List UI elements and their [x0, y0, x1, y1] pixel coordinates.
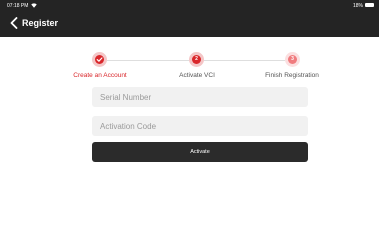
- step-1-label: Create an Account: [73, 72, 127, 79]
- step-2-indicator: 2: [189, 52, 204, 67]
- step-connector-1: [107, 60, 189, 61]
- back-arrow-icon[interactable]: [10, 17, 18, 29]
- activate-button[interactable]: Activate: [92, 142, 308, 162]
- battery-icon: [365, 3, 374, 7]
- step-2-number: 2: [192, 55, 201, 64]
- step-2-label: Activate VCI: [179, 72, 215, 79]
- step-1-circle: [95, 55, 104, 64]
- activation-code-input[interactable]: [92, 116, 308, 136]
- step-3-indicator: 3: [285, 52, 300, 67]
- wifi-icon: [31, 3, 37, 8]
- serial-number-input[interactable]: [92, 87, 308, 107]
- battery-percentage: 18%: [352, 3, 363, 9]
- status-time: 07:18 PM: [7, 3, 29, 9]
- step-3-label: Finish Registration: [265, 72, 319, 79]
- step-connector-2: [204, 60, 285, 61]
- app-bar: 07:18 PM 18% Register: [0, 0, 379, 37]
- step-1-indicator: [92, 52, 107, 67]
- status-bar: 07:18 PM 18%: [0, 0, 379, 12]
- step-3-number: 3: [288, 55, 297, 64]
- page-title: Register: [22, 18, 59, 28]
- check-icon: [96, 57, 103, 62]
- screen: 07:18 PM 18% Register Create an Account …: [0, 0, 379, 240]
